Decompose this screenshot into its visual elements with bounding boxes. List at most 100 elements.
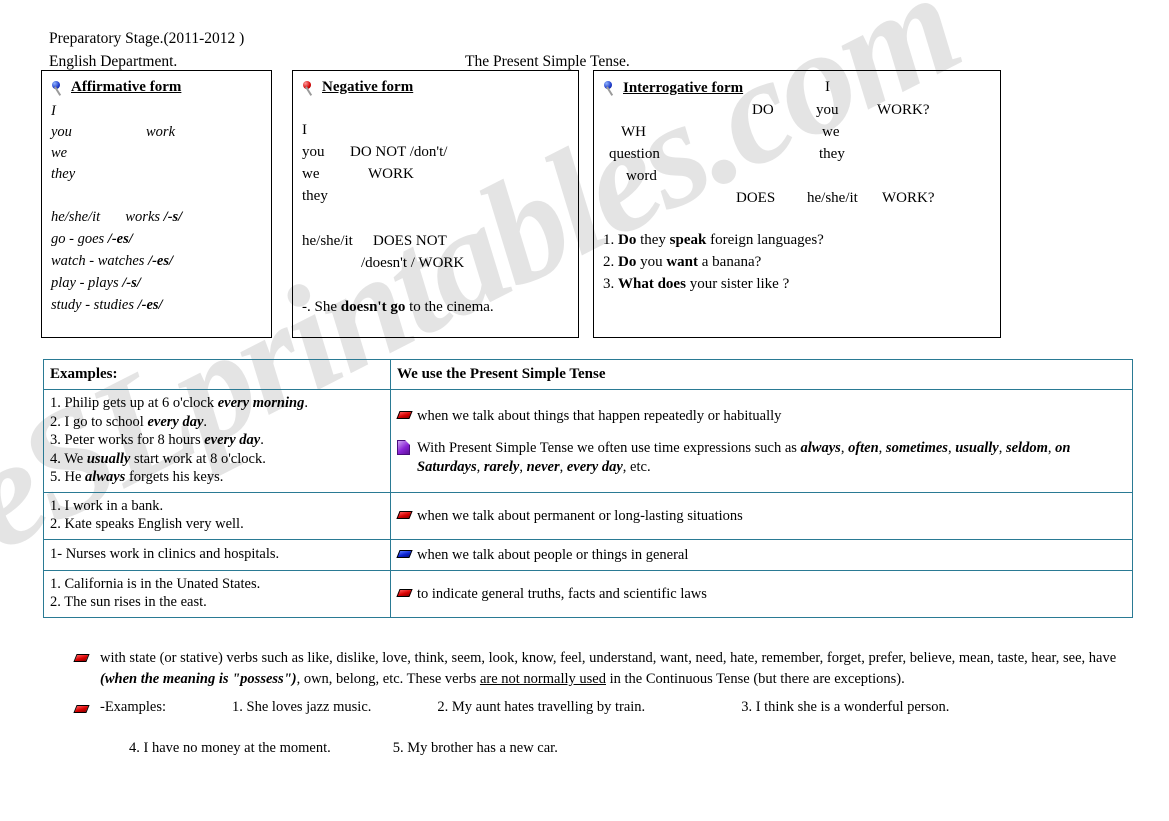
bottom-notes: with state (or stative) verbs such as li… bbox=[70, 648, 1150, 757]
example-text-1: your sister like ? bbox=[685, 276, 790, 292]
negative-subject-1: I bbox=[302, 122, 307, 138]
affirmative-heading: Affirmative form bbox=[71, 79, 182, 95]
eraser-red-icon bbox=[73, 703, 90, 716]
example-bold-2: want bbox=[666, 254, 699, 270]
examples-label: -Examples: bbox=[100, 699, 167, 716]
table-row: 1. I work in a bank. 2. Kate speaks Engl… bbox=[43, 491, 1133, 541]
usage-cell: to indicate general truths, facts and sc… bbox=[390, 569, 1133, 618]
pushpin-red-icon bbox=[301, 81, 317, 97]
negative-third-aux-contracted: /doesn't / WORK bbox=[361, 255, 465, 271]
negative-aux: DO NOT /don't/ bbox=[350, 144, 448, 160]
table-header-row: Examples: We use the Present Simple Tens… bbox=[43, 358, 1133, 391]
affirmative-third-ending: /-s/ bbox=[163, 209, 183, 225]
negative-verb: WORK bbox=[368, 166, 414, 182]
usage-text: when we talk about people or things in g… bbox=[417, 547, 689, 564]
interrogative-aux-do: DO bbox=[752, 102, 774, 118]
usage-item: to indicate general truths, facts and sc… bbox=[396, 585, 1126, 604]
interrogative-aux-does: DOES bbox=[736, 190, 776, 206]
interrogative-example-2: 2. Do you want a banana? bbox=[603, 254, 761, 271]
example-line: 4. We usually start work at 8 o'clock. bbox=[50, 450, 266, 467]
usage-item: when we talk about permanent or long-las… bbox=[396, 507, 1126, 526]
affirmative-third-person-row: he/she/it works /-s/ bbox=[51, 209, 182, 226]
negative-subject-4: they bbox=[302, 188, 328, 204]
department-line: English Department. bbox=[49, 53, 178, 70]
examples-cell: 1. Philip gets up at 6 o'clock every mor… bbox=[43, 389, 391, 493]
usage-cell: when we talk about permanent or long-las… bbox=[390, 491, 1133, 541]
table-row: 1. Philip gets up at 6 o'clock every mor… bbox=[43, 389, 1133, 493]
affirmative-third-verb: works bbox=[125, 209, 161, 225]
spelling-rule-text: play - plays bbox=[51, 275, 123, 291]
table-row: 1- Nurses work in clinics and hospitals.… bbox=[43, 539, 1133, 571]
example-bold-1: Do bbox=[618, 254, 637, 270]
usage-cell: when we talk about things that happen re… bbox=[390, 389, 1133, 493]
examples-cell: 1- Nurses work in clinics and hospitals. bbox=[43, 539, 391, 571]
stative-verbs-note: with state (or stative) verbs such as li… bbox=[70, 648, 1150, 690]
spelling-rule-text: go - goes bbox=[51, 231, 108, 247]
interrogative-example-1: 1. Do they speak foreign languages? bbox=[603, 232, 824, 249]
affirmative-verb: work bbox=[146, 124, 175, 140]
example-text-2: a banana? bbox=[698, 254, 762, 270]
negative-example-prefix: -. She bbox=[302, 299, 341, 315]
usage-item: With Present Simple Tense we often use t… bbox=[397, 439, 1126, 476]
stative-example-4: 4. I have no money at the moment. bbox=[129, 740, 331, 757]
negative-form-box: Negative form I you we they DO NOT /don'… bbox=[292, 70, 579, 338]
example-line: 3. Peter works for 8 hours every day. bbox=[50, 432, 264, 449]
interrogative-heading: Interrogative form bbox=[623, 80, 744, 96]
example-line: 2. Kate speaks English very well. bbox=[50, 516, 244, 533]
negative-example-aux: doesn't bbox=[340, 299, 387, 315]
column-header-examples: Examples: bbox=[43, 358, 391, 391]
spelling-rule-text: watch - watches bbox=[51, 253, 149, 269]
spelling-rule-ending: /-s/ bbox=[122, 275, 141, 291]
stative-examples-note: -Examples: 1. She loves jazz music. 2. My … bbox=[70, 699, 1150, 757]
stative-examples-line-2: 4. I have no money at the moment. 5. My b… bbox=[100, 740, 1150, 757]
usage-item: when we talk about things that happen re… bbox=[396, 407, 1126, 426]
interrogative-subject-i: I bbox=[825, 79, 830, 95]
example-text-2: foreign languages? bbox=[706, 232, 824, 248]
page-purple-icon bbox=[397, 440, 410, 456]
spelling-rule-3: study - studies /-es/ bbox=[51, 297, 163, 314]
spelling-rule-0: go - goes /-es/ bbox=[51, 231, 133, 248]
example-line: 1. Philip gets up at 6 o'clock every mor… bbox=[50, 395, 308, 412]
spelling-rule-2: play - plays /-s/ bbox=[51, 275, 141, 292]
spelling-rule-text: study - studies bbox=[51, 297, 138, 313]
spelling-rule-1: watch - watches /-es/ bbox=[51, 253, 173, 270]
example-line: 1- Nurses work in clinics and hospitals. bbox=[50, 546, 280, 563]
eraser-blue-icon bbox=[396, 548, 413, 561]
stative-example-1: 1. She loves jazz music. bbox=[232, 699, 372, 716]
example-line: 5. He always forgets his keys. bbox=[50, 469, 224, 486]
interrogative-form-box: Interrogative form I DO you WORK? we the… bbox=[593, 70, 1001, 338]
example-text-1: they bbox=[636, 232, 670, 248]
stative-examples-line-1: -Examples: 1. She loves jazz music. 2. My … bbox=[100, 699, 1150, 716]
example-number: 1. bbox=[603, 232, 615, 248]
interrogative-wh-line-2: question bbox=[609, 146, 660, 162]
spelling-rule-ending: /-es/ bbox=[148, 253, 174, 269]
example-bold-1: What does bbox=[618, 276, 686, 292]
usage-text: when we talk about permanent or long-las… bbox=[417, 508, 743, 525]
example-bold-1: Do bbox=[618, 232, 637, 248]
examples-cell: 1. California is in the Unated States. 2… bbox=[43, 569, 391, 618]
example-bold-2: speak bbox=[669, 232, 707, 248]
stative-example-5: 5. My brother has a new car. bbox=[392, 740, 558, 757]
interrogative-third-subject: he/she/it bbox=[807, 190, 858, 206]
negative-heading: Negative form bbox=[322, 79, 414, 95]
stative-example-2: 2. My aunt hates travelling by train. bbox=[437, 699, 646, 716]
interrogative-wh-line-3: word bbox=[626, 168, 657, 184]
eraser-red-icon bbox=[396, 509, 413, 522]
affirmative-subject-1: I bbox=[51, 103, 56, 119]
usage-table: Examples: We use the Present Simple Tens… bbox=[43, 358, 1133, 618]
example-number: 3. bbox=[603, 276, 615, 292]
usage-text: when we talk about things that happen re… bbox=[417, 407, 782, 424]
usage-item: when we talk about people or things in g… bbox=[396, 546, 1126, 565]
negative-third-subject: he/she/it bbox=[302, 233, 353, 249]
affirmative-subject-4: they bbox=[51, 166, 76, 182]
usage-cell: when we talk about people or things in g… bbox=[390, 539, 1133, 571]
example-line: 2. The sun rises in the east. bbox=[50, 594, 207, 611]
affirmative-subject-2: you bbox=[51, 124, 72, 140]
affirmative-subject-3: we bbox=[51, 145, 68, 161]
stative-verbs-text: with state (or stative) verbs such as li… bbox=[100, 650, 1117, 688]
preparatory-stage-line: Preparatory Stage.(2011-2012 ) bbox=[49, 30, 245, 47]
negative-third-aux: DOES NOT bbox=[373, 233, 447, 249]
interrogative-subject-you: you bbox=[816, 102, 839, 118]
eraser-red-icon bbox=[73, 652, 90, 665]
example-line: 1. I work in a bank. bbox=[50, 497, 164, 514]
